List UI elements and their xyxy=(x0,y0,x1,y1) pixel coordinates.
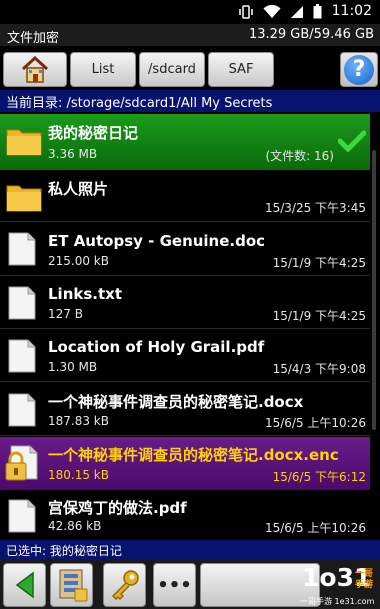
file-size: 215.00 kB xyxy=(48,254,109,268)
watermark-side-bottom: 手游 xyxy=(355,580,374,590)
signal-icon xyxy=(291,5,303,18)
list-item[interactable]: 我的秘密日记 3.36 MB (文件数: 16) xyxy=(0,114,370,170)
current-path-bar: 当前目录: /storage/sdcard1/All My Secrets xyxy=(0,90,380,112)
status-bar: 11:02 xyxy=(0,0,380,24)
file-date: 15/1/9 下午4:25 xyxy=(272,309,366,323)
more-button[interactable]: ••• xyxy=(153,563,196,607)
list-item[interactable]: ET Autopsy - Genuine.doc 215.00 kB 15/1/… xyxy=(0,223,370,276)
row-divider xyxy=(0,328,370,329)
file-date: 15/1/9 下午4:25 xyxy=(272,256,366,270)
sdcard-button[interactable]: /sdcard xyxy=(139,52,205,87)
row-divider xyxy=(0,221,370,222)
back-button[interactable] xyxy=(3,563,46,607)
selected-text: 已选中: 我的秘密日记 xyxy=(6,544,122,558)
home-button[interactable] xyxy=(3,52,67,87)
file-icon xyxy=(8,232,36,266)
file-name: 私人照片 xyxy=(48,180,109,198)
file-name: 一个神秘事件调查员的秘密笔记.docx xyxy=(48,393,304,411)
title-bar: 文件加密 13.29 GB/59.46 GB xyxy=(0,24,380,46)
file-size: 42.86 kB xyxy=(48,519,102,533)
list-button[interactable]: List xyxy=(70,52,136,87)
file-list[interactable]: 我的秘密日记 3.36 MB (文件数: 16) 私人照片 15/3/25 下午… xyxy=(0,114,380,539)
file-date: 15/6/5 上午10:26 xyxy=(264,521,366,535)
folder-icon xyxy=(6,185,42,212)
home-icon xyxy=(21,55,49,83)
status-clock: 11:02 xyxy=(331,3,372,19)
file-date: 15/6/5 下午6:12 xyxy=(272,470,366,484)
saf-button[interactable]: SAF xyxy=(208,52,274,87)
file-name: Location of Holy Grail.pdf xyxy=(48,338,265,356)
file-name: ET Autopsy - Genuine.doc xyxy=(48,232,266,250)
list-item[interactable]: Links.txt 127 B 15/1/9 下午4:25 xyxy=(0,277,370,329)
file-icon xyxy=(8,339,36,373)
locked-file-icon xyxy=(5,445,38,481)
list-item[interactable]: 一个神秘事件调查员的秘密笔记.docx.enc 180.15 kB 15/6/5… xyxy=(0,437,370,490)
battery-icon xyxy=(313,4,322,19)
file-size: 180.15 kB xyxy=(48,468,109,482)
key-button[interactable] xyxy=(103,563,146,607)
file-size: 127 B xyxy=(48,307,83,321)
list-item[interactable]: 一个神秘事件调查员的秘密笔记.docx 187.83 kB 15/6/5 上午1… xyxy=(0,383,370,436)
row-divider xyxy=(0,381,370,382)
list-item[interactable]: Location of Holy Grail.pdf 1.30 MB 15/4/… xyxy=(0,330,370,382)
watermark-logo: 1o31 一哥 手游 一哥手游 1e31.com xyxy=(300,563,378,607)
encrypt-archive-button[interactable] xyxy=(50,563,93,607)
list-item[interactable]: 私人照片 15/3/25 下午3:45 xyxy=(0,171,370,222)
file-icon xyxy=(8,393,36,427)
app-title: 文件加密 xyxy=(7,31,60,46)
file-icon xyxy=(8,499,36,533)
file-date: 15/6/5 上午10:26 xyxy=(264,416,366,430)
file-size: 1.30 MB xyxy=(48,360,98,374)
file-name: 一个神秘事件调查员的秘密笔记.docx.enc xyxy=(48,446,339,464)
watermark-side-top: 一哥 xyxy=(355,569,374,579)
row-divider xyxy=(0,435,370,436)
folder-icon xyxy=(6,129,42,156)
vibrate-icon xyxy=(239,4,253,19)
row-divider xyxy=(0,275,370,276)
watermark-side: 一哥 手游 xyxy=(355,569,373,591)
archive-icon xyxy=(59,569,87,602)
file-icon xyxy=(8,286,36,320)
file-name: 我的秘密日记 xyxy=(48,124,139,142)
back-arrow-icon xyxy=(15,571,34,599)
file-date: 15/3/25 下午3:45 xyxy=(264,201,366,215)
help-button[interactable]: ? xyxy=(340,52,378,87)
more-label: ••• xyxy=(157,574,192,596)
selected-bar: 已选中: 我的秘密日记 xyxy=(0,540,380,560)
file-name: 宫保鸡丁的做法.pdf xyxy=(48,499,187,517)
file-size: 187.83 kB xyxy=(48,414,109,428)
key-icon xyxy=(111,570,139,601)
status-icons xyxy=(238,4,322,19)
current-path: 当前目录: /storage/sdcard1/All My Secrets xyxy=(6,96,273,111)
check-icon xyxy=(338,130,366,152)
file-date: 15/4/3 下午9:08 xyxy=(272,362,366,376)
watermark-url: 一哥手游 1e31.com xyxy=(300,597,375,606)
wifi-icon xyxy=(263,4,281,18)
file-size: 3.36 MB xyxy=(48,147,98,161)
list-item[interactable]: 宫保鸡丁的做法.pdf 42.86 kB 15/6/5 上午10:26 xyxy=(0,491,370,539)
storage-usage: 13.29 GB/59.46 GB xyxy=(248,27,374,42)
file-name: Links.txt xyxy=(48,285,122,303)
list-scrollbar[interactable] xyxy=(372,150,376,430)
help-label: ? xyxy=(352,57,366,82)
help-icon: ? xyxy=(344,54,374,85)
file-count: (文件数: 16) xyxy=(265,149,335,163)
toolbar: List /sdcard SAF ? xyxy=(0,48,380,90)
